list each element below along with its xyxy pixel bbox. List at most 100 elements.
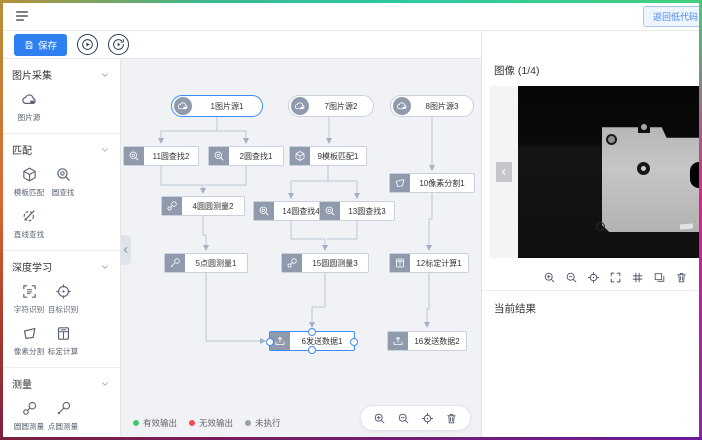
compare-icon[interactable] <box>653 271 666 284</box>
flow-node-circle-find-3[interactable]: 13圆查找3 <box>319 201 395 221</box>
chevron-down-icon[interactable] <box>100 262 110 272</box>
flow-node-send-data-1[interactable]: 6发送数据1 <box>269 331 355 351</box>
plate-center-ring <box>637 162 650 175</box>
back-to-lowcode-button[interactable]: 返回低代码 <box>643 6 700 27</box>
flow-node-image-source-1[interactable]: 1图片源1 <box>171 95 263 117</box>
calibration-icon <box>390 254 410 272</box>
grid-icon[interactable] <box>631 271 644 284</box>
sidebar-item-point-circle-measure[interactable]: 点圆测量 <box>46 400 80 432</box>
flow-node-circle-circle-measure-3[interactable]: 15圆圆测量3 <box>281 253 369 273</box>
prev-image-button[interactable] <box>496 162 512 182</box>
camera-image[interactable] <box>518 86 700 258</box>
line-find-icon <box>21 208 38 225</box>
sidebar-item-circle-find[interactable]: 圆查找 <box>46 166 80 198</box>
zoom-in-icon[interactable] <box>543 271 556 284</box>
section-deep-learning: 深度学习 字符识别 目标识别 像素分割 标定计算 <box>2 250 120 367</box>
image-panel-title: 图像 (1/4) <box>482 31 700 86</box>
sidebar-item-calibration[interactable]: 标定计算 <box>46 325 80 357</box>
zoom-in-icon[interactable] <box>373 412 386 425</box>
image-viewer <box>490 86 700 258</box>
chevron-down-icon[interactable] <box>100 145 110 155</box>
flow-toolbar: 保存 <box>2 31 481 59</box>
section-image-capture: 图片采集 图片源 <box>2 59 120 133</box>
cloud-image-icon <box>393 97 411 115</box>
status-legend: 有效输出 无效输出 未执行 <box>133 417 281 429</box>
cloud-image-icon <box>174 97 192 115</box>
cube-icon <box>21 166 38 183</box>
chevron-left-icon <box>121 245 131 255</box>
circle-find-icon <box>55 166 72 183</box>
top-header: 返回低代码 <box>2 2 700 31</box>
target-icon <box>55 283 72 300</box>
chevron-down-icon[interactable] <box>100 70 110 80</box>
flow-canvas[interactable]: 1图片源1 7图片源2 8图片源3 11圆查找2 <box>121 59 481 438</box>
locate-icon[interactable] <box>587 271 600 284</box>
sidebar-collapse-handle[interactable] <box>121 235 131 265</box>
flow-node-image-source-2[interactable]: 7图片源2 <box>288 95 374 117</box>
node-handle[interactable] <box>308 346 316 354</box>
sidebar-item-circle-circle-measure[interactable]: 圆圆测量 <box>12 400 46 432</box>
sidebar-item-object-detect[interactable]: 目标识别 <box>46 283 80 315</box>
flow-node-point-circle-measure-1[interactable]: 5点圆测量1 <box>164 253 248 273</box>
flow-node-send-data-2[interactable]: 16发送数据2 <box>387 331 467 351</box>
green-dot <box>133 420 139 426</box>
node-handle[interactable] <box>266 338 274 346</box>
sidebar-item-template-match[interactable]: 模板匹配 <box>12 166 46 198</box>
section-title: 图片采集 <box>12 67 52 82</box>
circle-find-icon <box>124 147 144 165</box>
circle-find-icon <box>209 147 229 165</box>
ocr-icon <box>21 283 38 300</box>
legend-valid-output: 有效输出 <box>133 417 177 429</box>
red-dot <box>189 420 195 426</box>
play-icon <box>81 38 94 51</box>
trash-icon[interactable] <box>445 412 458 425</box>
flow-node-circle-circle-measure-2[interactable]: 4圆圆测量2 <box>161 196 245 216</box>
segment-icon <box>390 174 410 192</box>
flow-node-circle-find-4[interactable]: 14圆查找4 <box>253 201 329 221</box>
sidebar-item-line-find[interactable]: 直线查找 <box>12 208 46 240</box>
sidebar-item-ocr[interactable]: 字符识别 <box>12 283 46 315</box>
cube-icon <box>290 147 310 165</box>
image-panel: 图像 (1/4) <box>481 31 700 438</box>
zoom-out-icon[interactable] <box>565 271 578 284</box>
current-result-title: 当前结果 <box>482 291 700 326</box>
section-measure: 测量 圆圆测量 点圆测量 点点测量 <box>2 367 120 438</box>
locate-icon[interactable] <box>421 412 434 425</box>
send-data-icon <box>388 332 408 350</box>
flow-node-segmentation-1[interactable]: 10像素分割1 <box>389 173 475 193</box>
flow-node-image-source-3[interactable]: 8图片源3 <box>390 95 474 117</box>
sidebar-item-image-source[interactable]: 图片源 <box>12 91 46 123</box>
flow-node-circle-find-2[interactable]: 11圆查找2 <box>123 146 199 166</box>
flow-node-circle-find-1[interactable]: 2圆查找1 <box>208 146 284 166</box>
menu-icon[interactable] <box>14 8 30 24</box>
legend-not-executed: 未执行 <box>245 417 281 429</box>
chevron-down-icon[interactable] <box>100 379 110 389</box>
point-circle-measure-icon <box>55 400 72 417</box>
trash-icon[interactable] <box>675 271 688 284</box>
save-button[interactable]: 保存 <box>14 34 67 56</box>
circle-circle-measure-icon <box>162 197 182 215</box>
plate-right-notch <box>690 162 700 188</box>
save-icon <box>24 40 34 50</box>
image-nav-strip <box>490 86 518 258</box>
fullscreen-icon[interactable] <box>609 271 622 284</box>
plate-label-strip <box>680 223 693 229</box>
circle-find-icon <box>254 202 274 220</box>
image-toolbar <box>482 264 700 291</box>
node-handle[interactable] <box>350 338 358 346</box>
section-title: 测量 <box>12 376 32 391</box>
flow-node-template-match-1[interactable]: 9模板匹配1 <box>289 146 367 166</box>
canvas-zoom-toolbar <box>360 405 471 431</box>
calibration-icon <box>55 325 72 342</box>
circle-find-icon <box>320 202 340 220</box>
flow-node-calibration-1[interactable]: 12标定计算1 <box>389 253 469 273</box>
run-loop-button[interactable] <box>108 34 129 55</box>
app-window: 返回低代码 保存 图片采集 <box>0 0 702 440</box>
zoom-out-icon[interactable] <box>397 412 410 425</box>
circle-circle-measure-icon <box>282 254 302 272</box>
run-button[interactable] <box>77 34 98 55</box>
legend-invalid-output: 无效输出 <box>189 417 233 429</box>
sidebar-item-segmentation[interactable]: 像素分割 <box>12 325 46 357</box>
node-handle[interactable] <box>308 328 316 336</box>
circle-circle-measure-icon <box>21 400 38 417</box>
